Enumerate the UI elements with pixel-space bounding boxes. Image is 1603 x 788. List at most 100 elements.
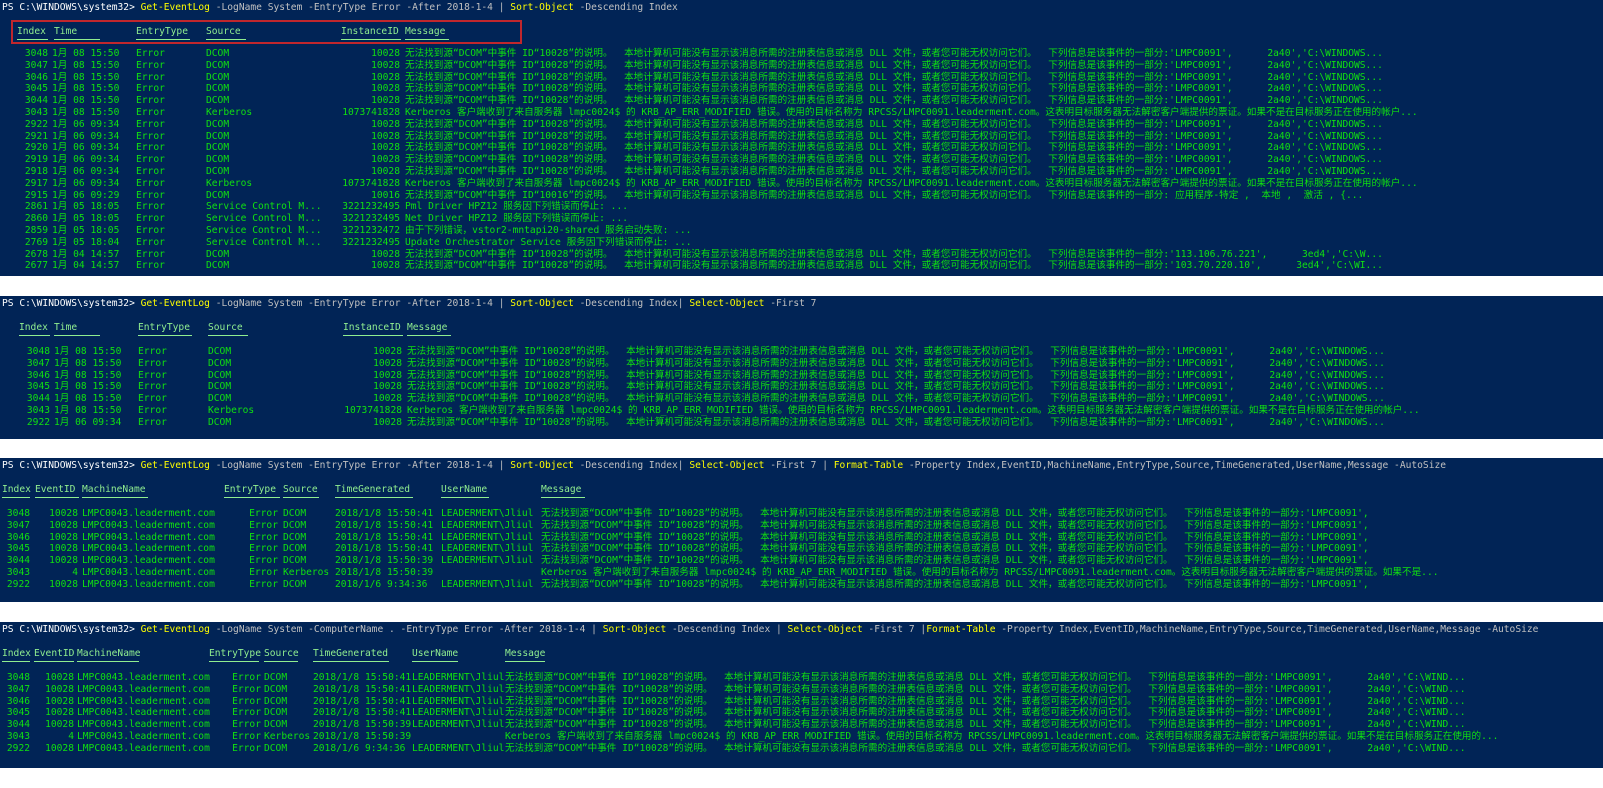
command-line[interactable]: PS C:\WINDOWS\system32> Get-EventLog -Lo… bbox=[2, 460, 1446, 472]
table-row: 2860 1月 05 18:05 Error Service Control M...… bbox=[0, 213, 1600, 225]
table-cell: 无法找到源“DCOM”中事件 ID“10028”的说明。 本地计算机可能没有显示… bbox=[505, 719, 1466, 731]
table-cell: 2922 bbox=[6, 578, 30, 590]
column-header-underline bbox=[343, 335, 403, 336]
table-cell: 1月 06 09:34 bbox=[52, 154, 120, 166]
table-cell: 2860 bbox=[24, 213, 48, 225]
table-cell: DCOM bbox=[283, 543, 307, 555]
column-header-underline bbox=[441, 497, 489, 498]
table-row: 3047 10028 LMPC0043.leaderment.com Error DCO… bbox=[0, 684, 1600, 696]
table-cell: LEADERMENT\Jliul bbox=[441, 519, 534, 531]
table-cell: DCOM bbox=[208, 393, 232, 405]
table-cell: Kerberos 客户端收到了来自服务器 lmpc0024$ 的 KRB_AP_… bbox=[405, 107, 1418, 118]
command-segment: PS C:\WINDOWS\system32> bbox=[2, 298, 141, 309]
table-cell: Kerberos 客户端收到了来自服务器 lmpc0024$ 的 KRB_AP_… bbox=[541, 567, 1439, 578]
table-cell: 10028 bbox=[45, 742, 74, 754]
table-row: 3046 10028 LMPC0043.leaderment.com Error DCO… bbox=[0, 532, 1600, 544]
table-cell: DCOM bbox=[206, 154, 230, 166]
table-row: 3046 1月 08 15:50 Error DCOM 10028 无法找到源“DCOM”… bbox=[0, 370, 1600, 382]
table-header: Index EventID MachineName EntryType Source Ti… bbox=[0, 484, 1600, 498]
console-panel-2: PS C:\WINDOWS\system32> Get-EventLog -Lo… bbox=[0, 296, 1603, 439]
table-cell: 3046 bbox=[6, 531, 30, 543]
table-cell: 10028 bbox=[49, 519, 78, 531]
column-header-underline bbox=[224, 497, 280, 498]
table-cell: 2861 bbox=[24, 201, 48, 213]
table-cell: 2018/1/8 15:50:41 bbox=[313, 695, 412, 707]
table-cell: Kerberos bbox=[208, 405, 255, 416]
table-cell: Error bbox=[136, 71, 165, 83]
column-header: MachineName bbox=[82, 484, 146, 495]
column-header-underline bbox=[34, 661, 74, 662]
table-row: 3044 10028 LMPC0043.leaderment.com Error DCO… bbox=[0, 555, 1600, 567]
table-cell: 无法找到源“DCOM”中事件 ID“10028”的说明。 本地计算机可能没有显示… bbox=[405, 248, 1383, 260]
table-cell: DCOM bbox=[264, 707, 288, 719]
table-cell: 2677 bbox=[24, 260, 48, 272]
table-cell: 3221232495 bbox=[342, 213, 400, 225]
table-cell: Kerberos bbox=[283, 567, 330, 578]
column-header-underline bbox=[283, 497, 319, 498]
table-header: Index Time EntryType Source InstanceID Messag… bbox=[0, 322, 1600, 336]
table-cell: Error bbox=[138, 393, 167, 405]
table-cell: 2018/1/8 15:50:41 bbox=[313, 707, 412, 719]
table-cell: 10028 bbox=[49, 555, 78, 567]
table-cell: LEADERMENT\Jliul bbox=[441, 531, 534, 543]
table-cell: 2922 bbox=[26, 416, 50, 428]
table-cell: Error bbox=[138, 346, 167, 357]
console-panel-4: PS C:\WINDOWS\system32> Get-EventLog -Lo… bbox=[0, 622, 1603, 768]
table-cell: 2918 bbox=[24, 166, 48, 177]
table-cell: Error bbox=[136, 154, 165, 166]
table-cell: 3221232495 bbox=[342, 201, 400, 213]
table-cell: Error bbox=[136, 201, 165, 213]
column-header-underline bbox=[313, 661, 389, 662]
table-cell: Error bbox=[232, 742, 261, 754]
command-line[interactable]: PS C:\WINDOWS\system32> Get-EventLog -Lo… bbox=[2, 2, 678, 14]
table-cell: 1月 08 15:50 bbox=[52, 95, 120, 107]
column-header: UserName bbox=[441, 484, 488, 495]
command-segment: Format-Table bbox=[926, 624, 996, 635]
table-row: 2922 1月 06 09:34 Error DCOM 10028 无法找到源“DCOM”… bbox=[0, 417, 1600, 429]
table-cell: Error bbox=[136, 130, 165, 142]
table-cell: Error bbox=[136, 177, 165, 189]
table-cell: LEADERMENT\Jliul bbox=[412, 683, 505, 695]
table-cell: LMPC0043.leaderment.com bbox=[82, 519, 215, 531]
table-cell: 10028 bbox=[373, 346, 402, 357]
table-cell: Error bbox=[249, 555, 278, 567]
column-header-underline bbox=[407, 335, 451, 336]
table-cell: 2018/1/6 9:34:36 bbox=[313, 742, 406, 754]
table-row: 2678 1月 04 14:57 Error DCOM 10028 无法找到源“DCOM”… bbox=[0, 249, 1600, 261]
table-cell: Error bbox=[249, 578, 278, 590]
table-row: 2921 1月 06 09:34 Error DCOM 10028 无法找到源“DCOM”… bbox=[0, 131, 1600, 143]
table-cell: 10028 bbox=[373, 357, 402, 369]
command-segment: Get-EventLog bbox=[140, 2, 210, 13]
table-cell: 10028 bbox=[371, 59, 400, 71]
table-cell: 10028 bbox=[371, 71, 400, 83]
table-cell: 10028 bbox=[49, 543, 78, 555]
table-cell: LMPC0043.leaderment.com bbox=[77, 683, 210, 695]
column-header-underline bbox=[264, 661, 298, 662]
table-cell: 1月 08 15:50 bbox=[54, 381, 122, 393]
table-cell: 3046 bbox=[6, 695, 30, 707]
command-line[interactable]: PS C:\WINDOWS\system32> Get-EventLog -Lo… bbox=[2, 298, 816, 310]
table-cell: 无法找到源“DCOM”中事件 ID“10028”的说明。 本地计算机可能没有显示… bbox=[505, 707, 1466, 719]
column-header: Message bbox=[407, 322, 448, 333]
table-cell: Error bbox=[232, 695, 261, 707]
table-cell: 3045 bbox=[24, 83, 48, 95]
table-cell: LMPC0043.leaderment.com bbox=[82, 508, 215, 519]
table-cell: LMPC0043.leaderment.com bbox=[77, 719, 210, 731]
table-row: 2915 1月 06 09:29 Error DCOM 10016 无法找到源“DCOM”… bbox=[0, 190, 1600, 202]
table-cell: DCOM bbox=[283, 555, 307, 567]
table-row: 3044 1月 08 15:50 Error DCOM 10028 无法找到源“DCOM”… bbox=[0, 393, 1600, 405]
column-header-underline bbox=[2, 497, 30, 498]
table-cell: DCOM bbox=[283, 519, 307, 531]
command-segment: -Descending Index| bbox=[573, 298, 690, 309]
table-cell: 1月 08 15:50 bbox=[54, 357, 122, 369]
table-cell: DCOM bbox=[264, 719, 288, 731]
table-cell: Kerberos bbox=[206, 107, 253, 118]
table-cell: 1月 06 09:34 bbox=[54, 416, 122, 428]
column-header: Message bbox=[541, 484, 582, 495]
table-cell: DCOM bbox=[283, 508, 307, 519]
table-cell: LEADERMENT\Jliul bbox=[441, 555, 534, 567]
command-line[interactable]: PS C:\WINDOWS\system32> Get-EventLog -Lo… bbox=[2, 624, 1538, 636]
column-header-underline bbox=[505, 661, 545, 662]
table-cell: DCOM bbox=[264, 695, 288, 707]
table-cell: 10028 bbox=[371, 95, 400, 107]
